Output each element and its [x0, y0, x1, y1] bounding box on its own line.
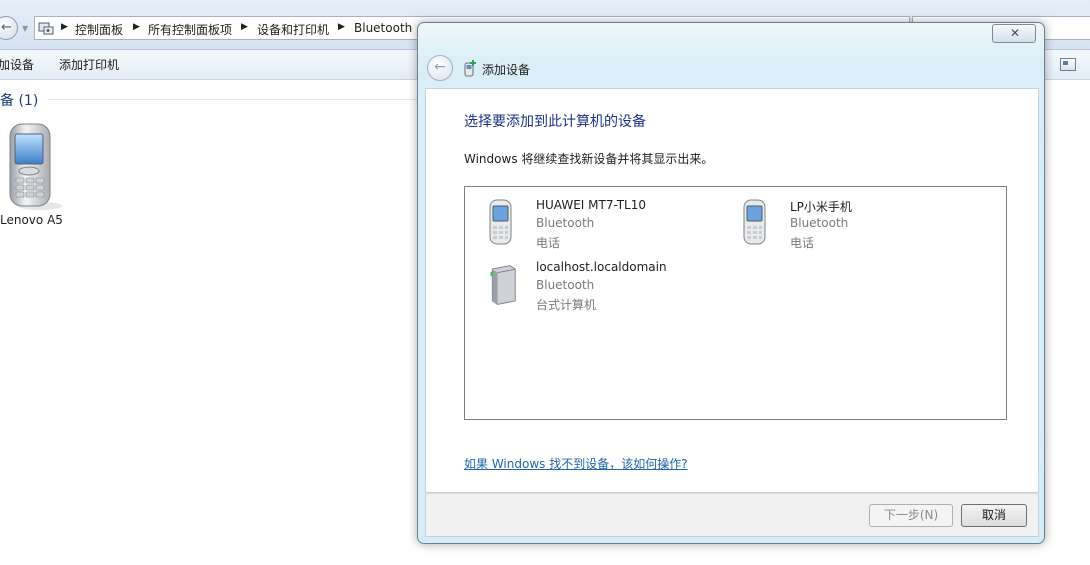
phone-icon — [743, 199, 766, 245]
breadcrumb-devices-printers[interactable]: 设备和打印机 — [257, 21, 329, 38]
status-text: Windows 将继续查找新设备并将其显示出来。 — [464, 152, 714, 166]
breadcrumb-all-items[interactable]: 所有控制面板项 — [148, 21, 232, 38]
device-list[interactable]: HUAWEI MT7-TL10 Bluetooth 电话 LP小米手机 Blue… — [464, 186, 1007, 420]
device-category: 电话 — [536, 236, 561, 250]
list-item-localhost[interactable]: localhost.localdomain Bluetooth 台式计算机 — [465, 251, 705, 312]
add-device-icon — [464, 60, 476, 77]
history-dropdown-icon[interactable]: ▼ — [22, 24, 28, 33]
breadcrumb-separator-icon: ▶ — [61, 22, 68, 32]
dialog-back-button[interactable]: ← — [427, 55, 453, 81]
dialog-footer: 下一步(N) 取消 — [425, 493, 1039, 537]
close-icon: ✕ — [1010, 26, 1021, 40]
add-device-command[interactable]: 加设备 — [0, 56, 34, 73]
device-group-header: 备 (1) — [0, 93, 39, 109]
desktop-computer-icon — [490, 265, 516, 305]
group-divider — [48, 99, 428, 100]
back-button[interactable]: ← — [0, 16, 18, 40]
device-name: LP小米手机 — [790, 200, 852, 214]
add-device-dialog: ✕ ← 添加设备 选择要添加到此计算机的设备 Windows 将继续查找新设备并… — [417, 22, 1045, 544]
main-instruction: 选择要添加到此计算机的设备 — [464, 114, 646, 130]
back-arrow-icon: ← — [434, 59, 446, 75]
change-view-icon[interactable] — [1060, 58, 1076, 71]
back-arrow-icon: ← — [1, 20, 12, 35]
help-link[interactable]: 如果 Windows 找不到设备，该如何操作? — [464, 455, 688, 472]
device-type: Bluetooth — [536, 278, 595, 292]
device-name: localhost.localdomain — [536, 260, 667, 274]
close-button[interactable]: ✕ — [992, 24, 1036, 43]
device-type: Bluetooth — [536, 216, 595, 230]
next-button[interactable]: 下一步(N) — [869, 504, 953, 527]
dialog-content: 选择要添加到此计算机的设备 Windows 将继续查找新设备并将其显示出来。 H… — [425, 88, 1039, 493]
list-item-xiaomi[interactable]: LP小米手机 Bluetooth 电话 — [719, 189, 959, 250]
device-category: 电话 — [790, 236, 815, 250]
cancel-button[interactable]: 取消 — [961, 504, 1027, 527]
device-name: HUAWEI MT7-TL10 — [536, 198, 646, 212]
breadcrumb-bluetooth[interactable]: Bluetooth — [354, 21, 412, 35]
phone-icon — [489, 199, 512, 245]
breadcrumb-separator-icon: ▶ — [133, 22, 140, 32]
breadcrumb-separator-icon: ▶ — [338, 22, 345, 32]
list-item-huawei[interactable]: HUAWEI MT7-TL10 Bluetooth 电话 — [465, 189, 705, 250]
breadcrumb-separator-icon: ▶ — [241, 22, 248, 32]
device-type: Bluetooth — [790, 216, 849, 230]
device-category: 台式计算机 — [536, 298, 597, 312]
breadcrumb-control-panel[interactable]: 控制面板 — [75, 21, 123, 38]
phone-icon[interactable] — [6, 122, 62, 212]
add-printer-command[interactable]: 添加打印机 — [59, 56, 119, 73]
dialog-title: 添加设备 — [482, 63, 531, 77]
control-panel-icon — [38, 22, 54, 35]
device-label[interactable]: Lenovo A5 — [0, 213, 63, 227]
